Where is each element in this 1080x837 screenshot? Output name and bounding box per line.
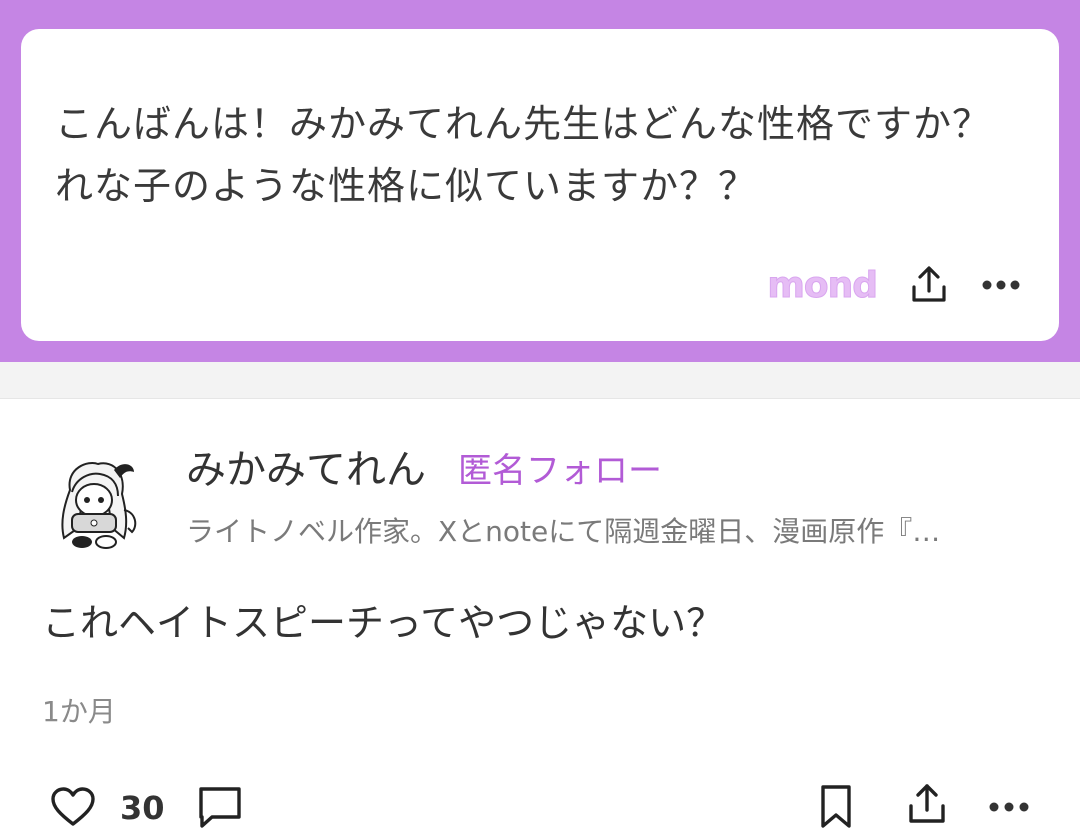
more-horizontal-icon[interactable] xyxy=(988,786,1030,832)
action-bar: 30 xyxy=(42,780,1042,834)
question-card: こんばんは！みかみてれん先生はどんな性格ですか？れな子のような性格に似ていますか… xyxy=(21,29,1059,341)
question-banner: こんばんは！みかみてれん先生はどんな性格ですか？れな子のような性格に似ていますか… xyxy=(0,0,1080,362)
anonymous-follow-button[interactable]: 匿名フォロー xyxy=(458,448,662,494)
avatar[interactable] xyxy=(42,450,146,554)
comment-icon[interactable] xyxy=(196,784,244,836)
section-divider xyxy=(0,362,1080,399)
answer-text: これヘイトスピーチってやつじゃない？ xyxy=(42,601,725,645)
timestamp: 1か月 xyxy=(42,695,116,728)
more-horizontal-icon[interactable] xyxy=(979,263,1023,307)
question-actions: mond xyxy=(767,263,1023,307)
share-icon[interactable] xyxy=(906,782,948,830)
mond-logo: mond xyxy=(767,264,879,306)
author-name[interactable]: みかみてれん xyxy=(186,444,426,496)
heart-icon[interactable] xyxy=(50,786,96,832)
author-bio: ライトノベル作家。Xとnoteにて隔週金曜日、漫画原作『… xyxy=(186,515,941,548)
share-icon[interactable] xyxy=(907,263,951,307)
bookmark-icon[interactable] xyxy=(816,784,856,834)
like-count: 30 xyxy=(120,789,165,827)
question-text: こんばんは！みかみてれん先生はどんな性格ですか？れな子のような性格に似ていますか… xyxy=(55,102,992,208)
